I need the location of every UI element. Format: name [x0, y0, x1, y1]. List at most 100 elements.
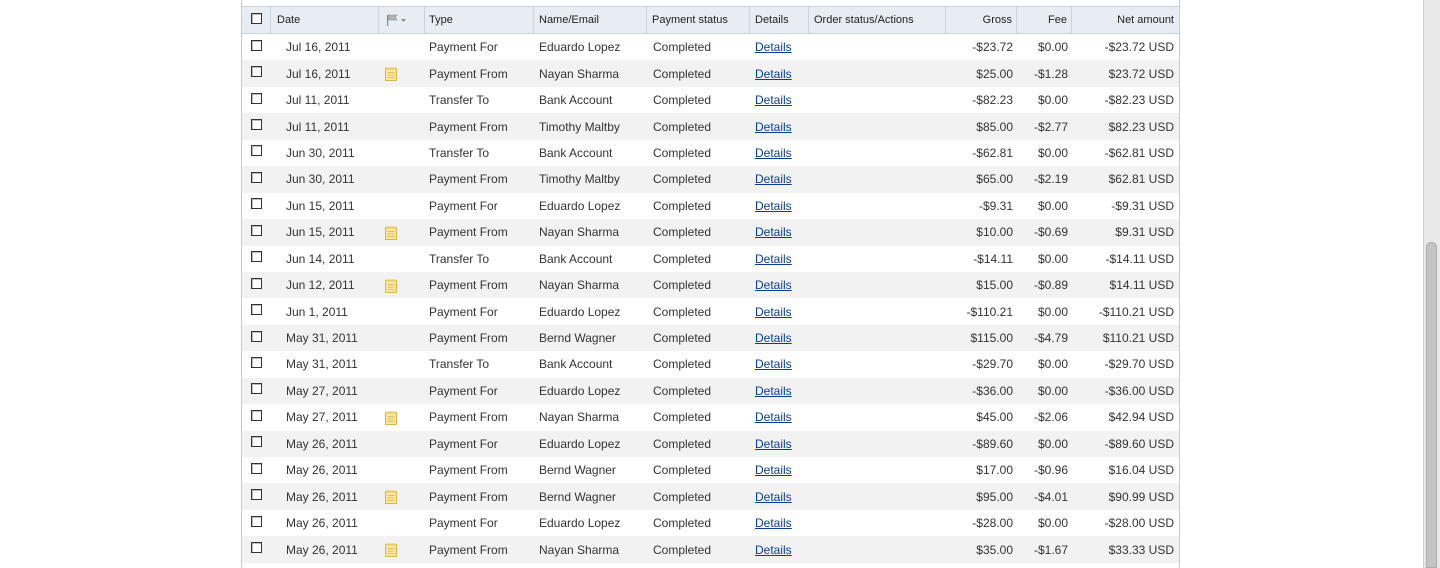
row-type: Payment For: [429, 198, 498, 213]
details-link[interactable]: Details: [755, 40, 792, 54]
details-link[interactable]: Details: [755, 463, 792, 477]
row-details-cell: Details: [750, 298, 809, 324]
row-checkbox[interactable]: [251, 171, 262, 183]
details-link[interactable]: Details: [755, 199, 792, 213]
row-checkbox[interactable]: [251, 462, 262, 474]
row-type: Payment From: [429, 489, 508, 504]
row-note-cell: [379, 378, 425, 404]
row-checkbox[interactable]: [251, 409, 262, 421]
row-date: Jul 11, 2011: [286, 93, 350, 108]
row-checkbox[interactable]: [251, 251, 262, 263]
row-date: May 26, 2011: [286, 542, 358, 557]
row-checkbox[interactable]: [251, 92, 262, 104]
note-icon[interactable]: [385, 226, 397, 240]
details-link[interactable]: Details: [755, 437, 792, 451]
row-checkbox[interactable]: [251, 145, 262, 157]
row-details-cell: Details: [750, 351, 809, 377]
row-payment-status: Completed: [653, 331, 712, 346]
row-date: May 26, 2011: [286, 516, 358, 531]
details-link[interactable]: Details: [755, 146, 792, 160]
scrollbar-thumb[interactable]: [1426, 242, 1437, 568]
header-gross[interactable]: Gross: [946, 7, 1017, 33]
row-checkbox[interactable]: [251, 330, 262, 342]
row-checkbox[interactable]: [251, 489, 262, 501]
details-link[interactable]: Details: [755, 543, 792, 557]
select-all-checkbox[interactable]: [250, 13, 262, 24]
details-link[interactable]: Details: [755, 225, 792, 239]
header-order-status-actions: Order status/Actions: [809, 7, 946, 33]
details-link[interactable]: Details: [755, 331, 792, 345]
note-icon[interactable]: [385, 490, 397, 505]
details-link[interactable]: Details: [755, 490, 792, 504]
table-row: Jul 16, 2011 Payment From Nayan Sharma Comp…: [242, 60, 1179, 87]
row-select-cell: [242, 272, 271, 298]
vertical-scrollbar[interactable]: [1423, 0, 1440, 568]
row-checkbox[interactable]: [251, 542, 262, 554]
details-link[interactable]: Details: [755, 120, 792, 134]
row-name: Nayan Sharma: [539, 66, 620, 81]
table-row: May 26, 2011 Payment For Eduardo Lopez Comp…: [242, 510, 1179, 536]
row-net-amount: $14.11 USD: [1109, 278, 1174, 293]
row-note-cell: [379, 140, 425, 166]
note-icon[interactable]: [385, 279, 397, 293]
row-select-cell: [242, 378, 271, 404]
row-checkbox[interactable]: [251, 66, 262, 78]
details-link[interactable]: Details: [755, 410, 792, 424]
row-type: Transfer To: [429, 357, 490, 372]
row-note-cell: [379, 166, 425, 192]
row-net-amount: -$14.11 USD: [1105, 251, 1174, 266]
details-link[interactable]: Details: [755, 252, 792, 266]
header-flag-filter[interactable]: [379, 7, 425, 33]
table-row: Jun 15, 2011 Payment From Nayan Sharma Comp…: [242, 219, 1179, 246]
header-date[interactable]: Date: [271, 7, 379, 33]
row-select-cell: [242, 87, 271, 113]
header-name-email[interactable]: Name/Email: [534, 7, 647, 33]
header-net-amount[interactable]: Net amount: [1072, 7, 1179, 33]
row-order-status: [809, 536, 946, 562]
row-net-amount: -$89.60 USD: [1104, 436, 1174, 451]
details-link[interactable]: Details: [755, 93, 792, 107]
row-payment-status: Completed: [653, 436, 712, 451]
row-checkbox[interactable]: [251, 436, 262, 448]
row-fee: -$2.77: [1033, 119, 1068, 134]
row-checkbox[interactable]: [251, 198, 262, 210]
row-checkbox[interactable]: [251, 383, 262, 395]
row-checkbox[interactable]: [251, 277, 262, 289]
row-details-cell: Details: [750, 87, 809, 113]
note-icon[interactable]: [385, 543, 397, 558]
details-link[interactable]: Details: [755, 305, 792, 319]
row-fee: -$1.28: [1033, 66, 1068, 81]
row-net-amount: $9.31 USD: [1115, 225, 1174, 240]
details-link[interactable]: Details: [755, 278, 792, 292]
details-link[interactable]: Details: [755, 67, 792, 81]
details-link[interactable]: Details: [755, 384, 792, 398]
row-date: Jul 16, 2011: [286, 66, 351, 81]
row-select-cell: [242, 298, 271, 324]
row-type: Payment From: [429, 278, 508, 293]
row-order-status: [809, 193, 946, 219]
details-link[interactable]: Details: [755, 516, 792, 530]
row-gross: -$29.70: [972, 357, 1013, 372]
row-details-cell: Details: [750, 483, 809, 509]
row-order-status: [809, 87, 946, 113]
header-payment-status[interactable]: Payment status: [647, 7, 750, 33]
row-type: Payment From: [429, 225, 508, 240]
note-icon[interactable]: [385, 411, 397, 425]
row-checkbox[interactable]: [251, 39, 262, 51]
details-link[interactable]: Details: [755, 357, 792, 371]
row-checkbox[interactable]: [251, 304, 262, 316]
row-checkbox[interactable]: [251, 224, 262, 236]
row-checkbox[interactable]: [251, 356, 262, 368]
header-type[interactable]: Type: [425, 7, 534, 33]
note-icon[interactable]: [385, 67, 397, 82]
row-payment-status: Completed: [653, 198, 712, 213]
details-link[interactable]: Details: [755, 172, 792, 186]
row-fee: -$4.01: [1033, 489, 1068, 504]
row-checkbox[interactable]: [251, 515, 262, 527]
flag-icon[interactable]: [385, 14, 407, 26]
row-date: Jun 15, 2011: [286, 225, 355, 240]
header-fee[interactable]: Fee: [1017, 7, 1072, 33]
table-row: Jul 11, 2011 Transfer To Bank Account Compl…: [242, 87, 1179, 113]
row-name: Bank Account: [539, 145, 613, 160]
row-checkbox[interactable]: [251, 119, 262, 131]
